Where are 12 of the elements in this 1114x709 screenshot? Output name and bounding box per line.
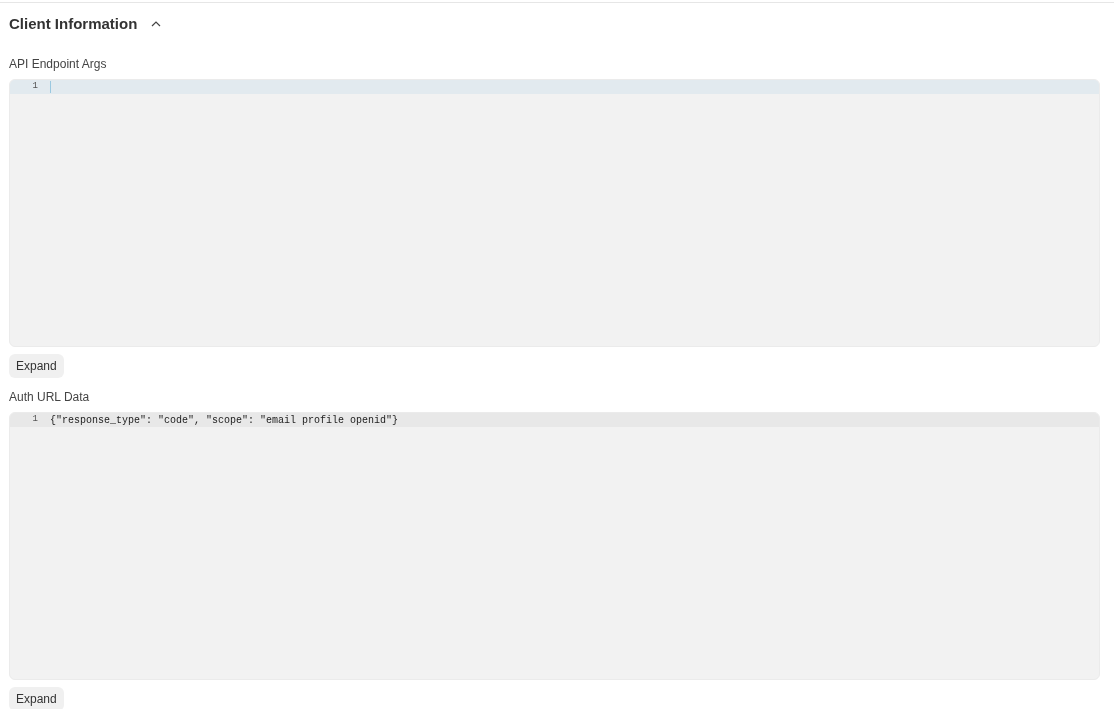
field-label: API Endpoint Args [9,56,108,73]
expand-button[interactable]: Expand [9,354,64,378]
code-line: {"response_type": "code", "scope": "email profile openid"} [50,413,399,428]
field-label: Auth URL Data [9,389,91,406]
code-editor[interactable]: 1 [9,79,1100,347]
chevron-up-icon[interactable] [151,21,162,27]
line-number: 1 [31,413,39,427]
text-cursor [50,81,51,93]
code-editor[interactable]: 1 {"response_type": "code", "scope": "email profile openid"} [9,412,1100,680]
expand-button[interactable]: Expand [9,687,64,709]
section-title[interactable]: Client Information [9,12,138,36]
line-number: 1 [31,80,39,94]
